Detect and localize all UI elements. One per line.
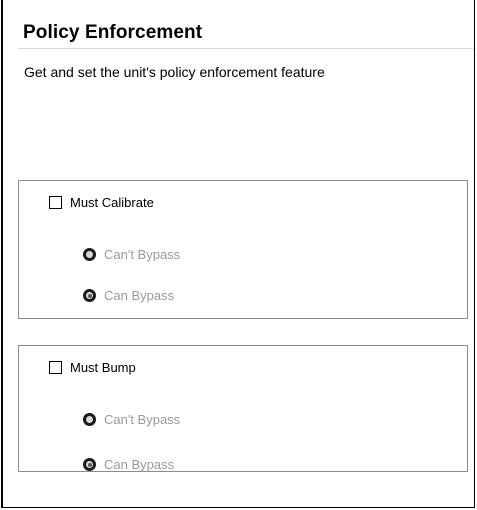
page-description: Get and set the unit's policy enforcemen…	[24, 64, 325, 80]
bump-cant-bypass-radio[interactable]	[83, 413, 96, 426]
must-calibrate-group: Must Calibrate Can't Bypass Can Bypass	[18, 180, 468, 319]
calibrate-can-bypass-radio[interactable]	[83, 289, 96, 302]
title-divider	[18, 48, 473, 49]
must-calibrate-checkbox-row[interactable]: Must Calibrate	[49, 195, 154, 210]
must-calibrate-label: Must Calibrate	[70, 195, 154, 210]
must-bump-group: Must Bump Can't Bypass Can Bypass	[18, 345, 468, 472]
bump-can-bypass-radio[interactable]	[83, 458, 96, 471]
calibrate-cant-bypass-radio[interactable]	[83, 248, 96, 261]
bump-can-bypass-option[interactable]: Can Bypass	[83, 457, 174, 472]
calibrate-can-bypass-label: Can Bypass	[104, 288, 175, 303]
must-bump-checkbox-row[interactable]: Must Bump	[49, 360, 136, 375]
calibrate-cant-bypass-option[interactable]: Can't Bypass	[83, 247, 180, 262]
page-title: Policy Enforcement	[23, 22, 203, 43]
bump-can-bypass-label: Can Bypass	[104, 457, 175, 472]
bump-cant-bypass-label: Can't Bypass	[104, 412, 181, 427]
bump-cant-bypass-option[interactable]: Can't Bypass	[83, 412, 180, 427]
must-calibrate-checkbox[interactable]	[49, 196, 62, 209]
calibrate-can-bypass-option[interactable]: Can Bypass	[83, 288, 174, 303]
calibrate-cant-bypass-label: Can't Bypass	[104, 247, 181, 262]
must-bump-label: Must Bump	[70, 360, 136, 375]
must-bump-checkbox[interactable]	[49, 361, 62, 374]
